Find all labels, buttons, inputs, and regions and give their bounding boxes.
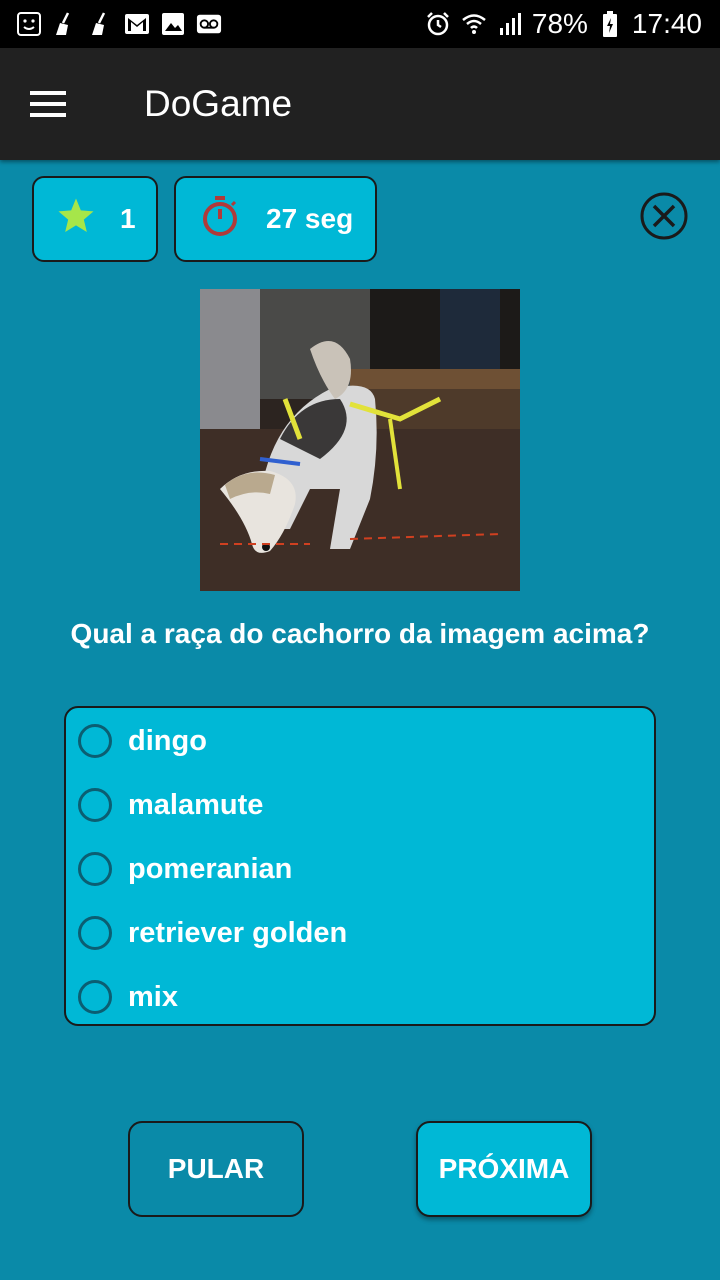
gmail-icon: [124, 11, 150, 37]
radio-button[interactable]: [78, 724, 112, 758]
broom-icon: [52, 11, 78, 37]
option-label: mix: [128, 980, 178, 1013]
radio-button[interactable]: [78, 788, 112, 822]
hamburger-menu-icon[interactable]: [24, 80, 72, 128]
close-circle-icon[interactable]: [640, 192, 688, 240]
wifi-icon: [460, 10, 488, 38]
stopwatch-icon: [198, 194, 242, 245]
next-button[interactable]: PRÓXIMA: [416, 1121, 592, 1217]
timer-value: 27 seg: [266, 203, 354, 234]
voicemail-icon: [196, 11, 222, 37]
battery-percent: 78%: [531, 8, 588, 39]
radio-button[interactable]: [78, 852, 112, 886]
clock: 17:40: [631, 8, 702, 39]
option-mix[interactable]: mix: [76, 972, 636, 1022]
skip-button[interactable]: PULAR: [128, 1121, 304, 1217]
status-bar: 78% 17:40: [0, 0, 720, 48]
battery-icon: [596, 10, 624, 38]
star-icon: [56, 196, 96, 243]
option-label: retriever golden: [128, 916, 348, 949]
answer-options-group: dingo malamute pomeranian retriever gold…: [64, 706, 656, 1026]
option-retriever-golden[interactable]: retriever golden: [76, 908, 636, 958]
timer-badge: 27 seg: [174, 176, 377, 262]
broom-icon: [88, 11, 114, 37]
face-icon: [16, 11, 42, 37]
score-value: 1: [120, 203, 136, 234]
option-label: dingo: [128, 724, 207, 757]
dog-photo: [200, 289, 520, 591]
radio-button[interactable]: [78, 980, 112, 1014]
question-text: Qual a raça do cachorro da imagem acima?: [70, 618, 650, 649]
option-malamute[interactable]: malamute: [76, 780, 636, 830]
alarm-icon: [424, 10, 452, 38]
option-dingo[interactable]: dingo: [76, 716, 636, 766]
app-title: DoGame: [144, 83, 293, 124]
option-pomeranian[interactable]: pomeranian: [76, 844, 636, 894]
signal-icon: [496, 10, 524, 38]
option-label: pomeranian: [128, 852, 293, 885]
option-label: malamute: [128, 788, 264, 821]
score-badge: 1: [32, 176, 158, 262]
radio-button[interactable]: [78, 916, 112, 950]
app-bar: DoGame: [0, 48, 720, 160]
image-icon: [160, 11, 186, 37]
